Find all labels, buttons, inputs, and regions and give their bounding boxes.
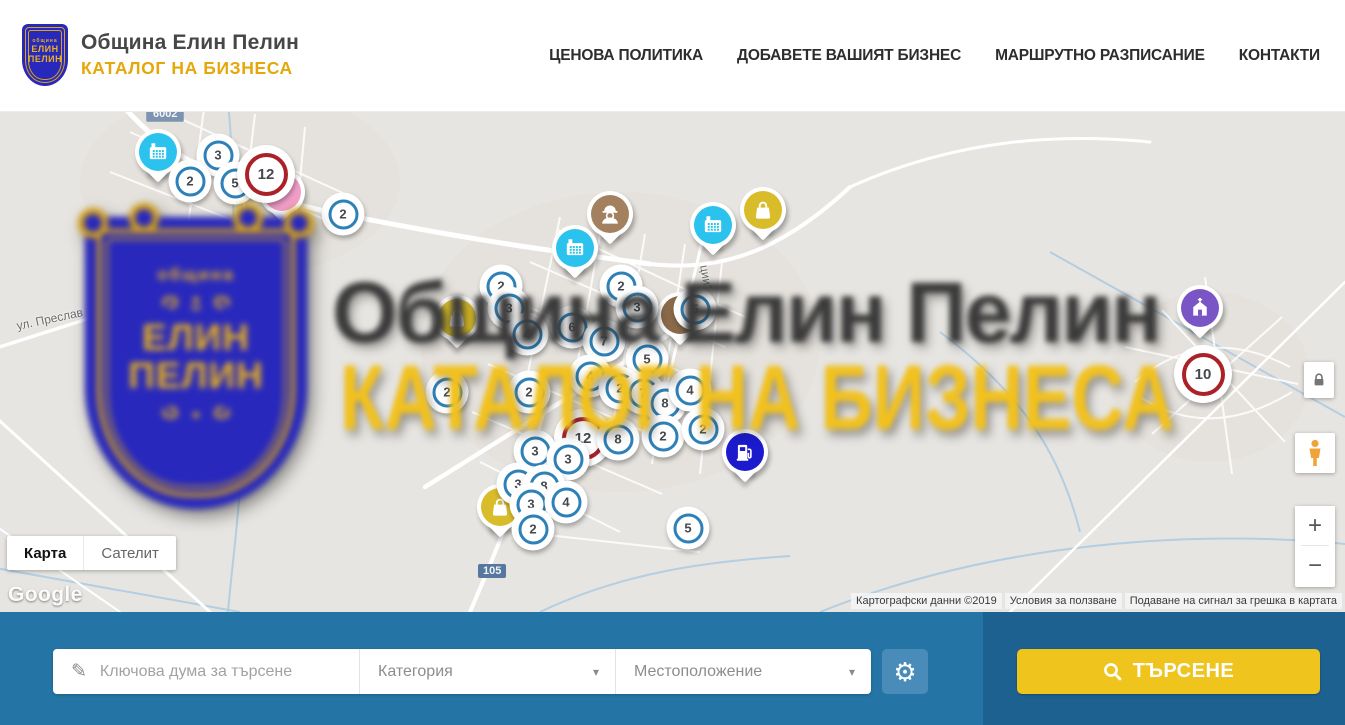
- search-box: ✎ Категория ▾ Местоположение ▾: [53, 649, 871, 694]
- map-attribution: Картографски данни ©2019 Условия за полз…: [851, 593, 1342, 609]
- map-type-button-map[interactable]: Карта: [7, 536, 83, 570]
- cluster-count: 10: [1182, 353, 1225, 396]
- pencil-icon: ✎: [71, 660, 87, 683]
- main-nav: ЦЕНОВА ПОЛИТИКА ДОБАВЕТЕ ВАШИЯТ БИЗНЕС М…: [549, 0, 1320, 112]
- site-title: Община Елин Пелин: [81, 31, 299, 55]
- page: община ЕЛИН ПЕЛИН Община Елин Пелин КАТА…: [0, 0, 1345, 725]
- cluster-count: 5: [632, 344, 662, 374]
- lock-icon: [1311, 372, 1327, 388]
- cluster-marker[interactable]: 8: [597, 418, 640, 461]
- nav-item-schedule[interactable]: МАРШРУТНО РАЗПИСАНИЕ: [995, 47, 1205, 65]
- cluster-count: 5: [680, 294, 710, 324]
- nav-item-pricing[interactable]: ЦЕНОВА ПОЛИТИКА: [549, 47, 703, 65]
- zoom-out-button[interactable]: −: [1295, 546, 1335, 585]
- search-button-label: ТЪРСЕНЕ: [1133, 660, 1235, 683]
- map-pin-shopping-bag[interactable]: [740, 187, 786, 233]
- map-pin-church[interactable]: [1177, 285, 1223, 331]
- cluster-marker[interactable]: 2: [426, 371, 469, 414]
- cluster-count: 8: [603, 424, 633, 454]
- shopping-bag-icon: [438, 299, 476, 337]
- category-select-label: Категория: [378, 663, 453, 681]
- cluster-count: 12: [245, 153, 288, 196]
- map-pin-factory[interactable]: [690, 202, 736, 248]
- cluster-marker[interactable]: 5: [674, 288, 717, 331]
- cluster-count: 2: [175, 166, 205, 196]
- search-bar: ✎ Категория ▾ Местоположение ▾ ⚙ ТЪРСЕНЕ: [0, 612, 1345, 725]
- cluster-count: 7: [589, 326, 619, 356]
- factory-icon: [556, 229, 594, 267]
- location-select[interactable]: Местоположение ▾: [616, 649, 871, 694]
- cluster-count: 2: [648, 421, 678, 451]
- map-type-button-satellite[interactable]: Сателит: [83, 536, 176, 570]
- keyword-search-input[interactable]: [100, 663, 340, 681]
- nav-item-add-business[interactable]: ДОБАВЕТЕ ВАШИЯТ БИЗНЕС: [737, 47, 961, 65]
- brand-text: Община Елин Пелин КАТАЛОГ НА БИЗНЕСА: [81, 31, 299, 79]
- attribution-terms-link[interactable]: Условия за ползване: [1005, 593, 1122, 609]
- cluster-count: 2: [432, 377, 462, 407]
- chevron-down-icon: ▾: [849, 665, 855, 679]
- map-pin-worker[interactable]: [587, 191, 633, 237]
- cluster-marker[interactable]: 3: [616, 286, 659, 329]
- map-pin-fuel[interactable]: [722, 429, 768, 475]
- gear-icon: ⚙: [893, 659, 916, 685]
- pegman-icon: [1305, 439, 1325, 467]
- factory-icon: [139, 133, 177, 171]
- cluster-marker[interactable]: 2: [508, 371, 551, 414]
- brand[interactable]: община ЕЛИН ПЕЛИН Община Елин Пелин КАТА…: [22, 24, 299, 86]
- attribution-report-error-link[interactable]: Подаване на сигнал за грешка в картата: [1125, 593, 1342, 609]
- crest-line1: ЕЛИН: [31, 44, 58, 54]
- cluster-marker[interactable]: 10: [1174, 345, 1232, 403]
- search-icon: [1103, 662, 1122, 681]
- category-select[interactable]: Категория ▾: [360, 649, 615, 694]
- attribution-copyright: Картографски данни ©2019: [851, 593, 1002, 609]
- cluster-marker[interactable]: 4: [669, 369, 712, 412]
- map-type-control: Карта Сателит: [7, 536, 176, 570]
- map-lock-control[interactable]: [1304, 362, 1334, 398]
- zoom-control: + −: [1295, 506, 1335, 587]
- site-subtitle: КАТАЛОГ НА БИЗНЕСА: [81, 58, 299, 79]
- cluster-count: 2: [328, 199, 358, 229]
- cluster-marker[interactable]: 5: [667, 507, 710, 550]
- location-select-label: Местоположение: [634, 663, 762, 681]
- search-button[interactable]: ТЪРСЕНЕ: [1017, 649, 1320, 694]
- cluster-marker[interactable]: 12: [237, 145, 295, 203]
- map-canvas[interactable]: 6002105ул. Преславбул. „Новоселции“ 3251…: [0, 112, 1345, 612]
- fuel-icon: [726, 433, 764, 471]
- map-pin-shopping-bag[interactable]: [434, 295, 480, 341]
- keyword-section: ✎: [53, 660, 359, 683]
- chevron-down-icon: ▾: [593, 665, 599, 679]
- cluster-count: 4: [675, 375, 705, 405]
- advanced-settings-button[interactable]: ⚙: [882, 649, 928, 694]
- cluster-marker[interactable]: 2: [642, 415, 685, 458]
- cluster-marker[interactable]: 2: [512, 508, 555, 551]
- nav-item-contacts[interactable]: КОНТАКТИ: [1239, 47, 1320, 65]
- cluster-count: 2: [518, 514, 548, 544]
- street-view-pegman[interactable]: [1295, 433, 1335, 473]
- cluster-count: 4: [551, 487, 581, 517]
- cluster-count: 3: [622, 292, 652, 322]
- worker-icon: [591, 195, 629, 233]
- factory-icon: [694, 206, 732, 244]
- municipality-crest-logo: община ЕЛИН ПЕЛИН: [22, 24, 68, 86]
- cluster-count: 5: [673, 513, 703, 543]
- map-pin-factory[interactable]: [552, 225, 598, 271]
- cluster-marker[interactable]: 2: [322, 193, 365, 236]
- church-icon: [1181, 289, 1219, 327]
- cluster-marker[interactable]: 2: [169, 160, 212, 203]
- cluster-marker[interactable]: 4: [506, 313, 549, 356]
- cluster-count: 2: [514, 377, 544, 407]
- google-logo[interactable]: Google: [8, 583, 83, 607]
- crest-line2: ПЕЛИН: [28, 54, 62, 64]
- cluster-count: 2: [688, 414, 718, 444]
- cluster-count: 4: [512, 319, 542, 349]
- shopping-bag-icon: [744, 191, 782, 229]
- header: община ЕЛИН ПЕЛИН Община Елин Пелин КАТА…: [0, 0, 1345, 112]
- cluster-count: 3: [520, 436, 550, 466]
- cluster-marker[interactable]: 2: [682, 408, 725, 451]
- zoom-in-button[interactable]: +: [1295, 506, 1335, 545]
